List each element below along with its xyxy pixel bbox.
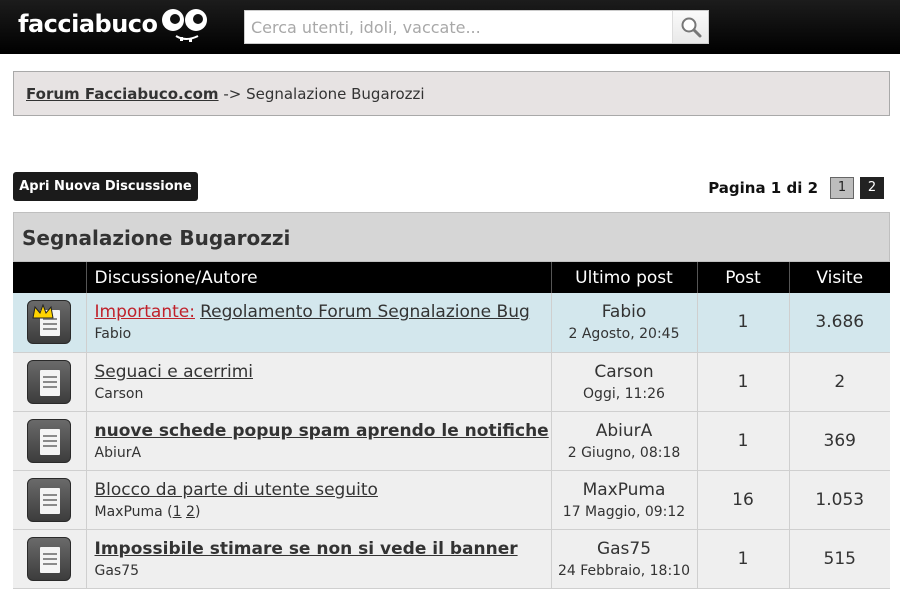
last-post-date: Oggi, 11:26 bbox=[583, 385, 665, 402]
topic-author[interactable]: AbiurA bbox=[95, 445, 551, 461]
document-icon bbox=[27, 418, 72, 463]
topic-author[interactable]: Gas75 bbox=[95, 563, 551, 579]
magnifier-icon bbox=[681, 17, 701, 38]
last-post-user[interactable]: Fabio bbox=[552, 302, 697, 322]
document-icon bbox=[27, 536, 72, 581]
breadcrumb: Forum Facciabuco.com -> Segnalazione Bug… bbox=[13, 71, 890, 116]
last-post-user[interactable]: Gas75 bbox=[552, 539, 697, 559]
topic-title-link[interactable]: Regolamento Forum Segnalazione Bug bbox=[200, 302, 530, 322]
topic-author[interactable]: Carson bbox=[95, 386, 551, 402]
top-bar: facciabuco bbox=[0, 0, 900, 54]
breadcrumb-separator: -> bbox=[218, 85, 247, 103]
view-count: 369 bbox=[789, 411, 890, 471]
topic-author[interactable]: MaxPuma bbox=[95, 504, 163, 520]
topic-title-link[interactable]: Seguaci e acerrimi bbox=[95, 362, 551, 382]
col-posts-header[interactable]: Post bbox=[697, 262, 790, 293]
forum-title: Segnalazione Bugarozzi bbox=[13, 212, 890, 262]
col-icon-header bbox=[13, 262, 87, 293]
topic-page-1-link[interactable]: 1 bbox=[173, 504, 182, 520]
topic-row[interactable]: Impossibile stimare se non si vede il ba… bbox=[13, 529, 890, 589]
new-discussion-button[interactable]: Apri Nuova Discussione bbox=[13, 172, 198, 201]
topic-row[interactable]: Seguaci e acerrimi Carson Carson Oggi, 1… bbox=[13, 352, 890, 412]
search-input[interactable] bbox=[245, 11, 673, 43]
pagination-label: Pagina 1 di 2 bbox=[708, 179, 818, 197]
last-post-user[interactable]: Carson bbox=[552, 362, 697, 382]
document-icon bbox=[27, 359, 72, 404]
topic-row[interactable]: nuove schede popup spam aprendo le notif… bbox=[13, 411, 890, 471]
mascot-eyes-icon bbox=[162, 9, 207, 42]
col-last-post-header[interactable]: Ultimo post bbox=[551, 262, 698, 293]
last-post-user[interactable]: AbiurA bbox=[552, 421, 697, 441]
post-count: 1 bbox=[697, 293, 790, 353]
topic-row[interactable]: Blocco da parte di utente seguito MaxPum… bbox=[13, 470, 890, 530]
pagination: Pagina 1 di 2 1 2 bbox=[708, 177, 884, 199]
topic-title-link[interactable]: nuove schede popup spam aprendo le notif… bbox=[95, 421, 551, 441]
last-post-user[interactable]: MaxPuma bbox=[552, 480, 697, 500]
post-count: 1 bbox=[697, 411, 790, 471]
topics-table: Discussione/Autore Ultimo post Post Visi… bbox=[13, 262, 890, 589]
document-icon bbox=[27, 477, 72, 522]
col-views-header[interactable]: Visite bbox=[789, 262, 890, 293]
post-count: 16 bbox=[697, 470, 790, 530]
sticky-crown-document-icon bbox=[27, 300, 72, 345]
important-prefix[interactable]: Importante: bbox=[95, 302, 195, 322]
last-post-date: 17 Maggio, 09:12 bbox=[562, 503, 686, 520]
view-count: 3.686 bbox=[789, 293, 890, 353]
topic-title-link[interactable]: Blocco da parte di utente seguito bbox=[95, 480, 551, 500]
page-2-link[interactable]: 2 bbox=[860, 177, 884, 199]
col-topic-header[interactable]: Discussione/Autore bbox=[86, 262, 552, 293]
last-post-date: 2 Agosto, 20:45 bbox=[568, 326, 680, 343]
search-button[interactable] bbox=[672, 11, 708, 43]
breadcrumb-root-link[interactable]: Forum Facciabuco.com bbox=[26, 85, 219, 103]
site-logo[interactable]: facciabuco bbox=[18, 10, 158, 38]
last-post-date: 2 Giugno, 08:18 bbox=[567, 444, 681, 461]
topic-author[interactable]: Fabio bbox=[95, 326, 551, 342]
search-box bbox=[244, 10, 709, 44]
post-count: 1 bbox=[697, 352, 790, 412]
topic-row[interactable]: Importante: Regolamento Forum Segnalazio… bbox=[13, 293, 890, 353]
view-count: 515 bbox=[789, 529, 890, 589]
last-post-date: 24 Febbraio, 18:10 bbox=[558, 562, 690, 579]
page-1-link[interactable]: 1 bbox=[830, 177, 854, 199]
breadcrumb-current: Segnalazione Bugarozzi bbox=[246, 85, 425, 103]
view-count: 2 bbox=[789, 352, 890, 412]
view-count: 1.053 bbox=[789, 470, 890, 530]
topic-title-link[interactable]: Impossibile stimare se non si vede il ba… bbox=[95, 539, 551, 559]
topic-page-2-link[interactable]: 2 bbox=[186, 504, 195, 520]
table-header-row: Discussione/Autore Ultimo post Post Visi… bbox=[13, 262, 890, 293]
post-count: 1 bbox=[697, 529, 790, 589]
